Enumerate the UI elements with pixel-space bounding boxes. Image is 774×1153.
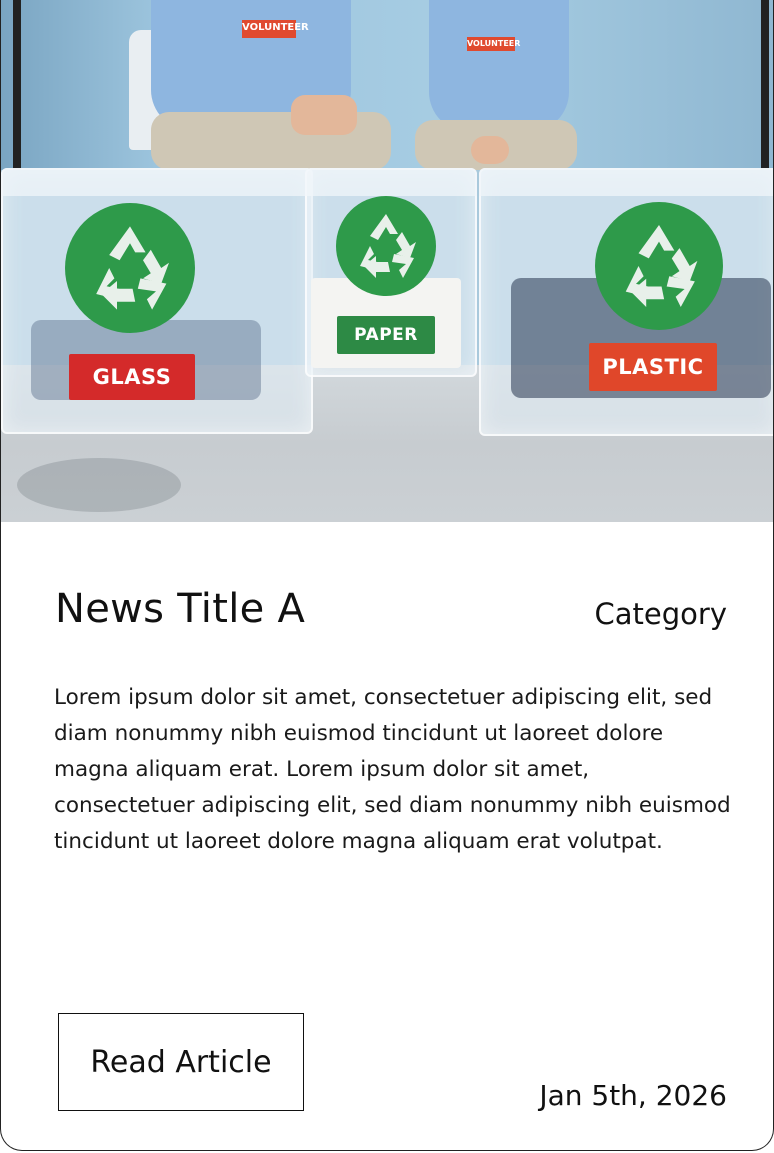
recycle-icon — [336, 196, 436, 296]
volunteer-hands — [291, 95, 357, 135]
recycle-icon — [65, 203, 195, 333]
bin-rim — [305, 168, 477, 196]
bin-rim — [1, 168, 313, 196]
news-title: News Title A — [55, 586, 306, 632]
plastic-label: PLASTIC — [589, 343, 717, 391]
volunteer-hands — [471, 136, 509, 164]
glass-label: GLASS — [69, 354, 195, 400]
paper-label: PAPER — [337, 316, 435, 354]
article-excerpt: Lorem ipsum dolor sit amet, consectetuer… — [54, 685, 731, 854]
stand-pole — [761, 0, 769, 170]
volunteer-person — [429, 0, 569, 132]
floor-stain — [17, 458, 181, 512]
bin-rim — [479, 168, 773, 196]
shirt-label: VOLUNTEER — [242, 20, 309, 38]
hero-image: VOLUNTEER VOLUNTEER GLASS PAPER PLASTIC — [1, 0, 773, 522]
publish-date: Jan 5th, 2026 — [539, 1079, 727, 1112]
news-card: VOLUNTEER VOLUNTEER GLASS PAPER PLASTIC … — [0, 0, 774, 1151]
shirt-label: VOLUNTEER — [467, 37, 520, 51]
category-label: Category — [594, 597, 727, 631]
recycle-icon — [595, 202, 723, 330]
read-article-button[interactable]: Read Article — [58, 1013, 304, 1111]
stand-pole — [13, 0, 21, 170]
